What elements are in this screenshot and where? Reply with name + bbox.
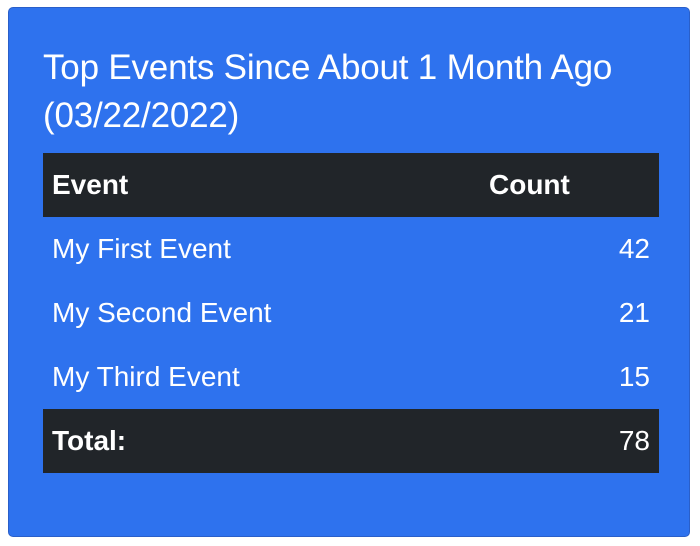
event-name-cell: My Second Event [52,297,272,328]
event-name-cell: My First Event [52,233,231,264]
total-row: Total: 78 [43,409,659,473]
table-header: Event Count [43,153,659,217]
table-row: My First Event 42 [43,217,659,281]
event-count-cell: 21 [618,297,650,328]
event-count-cell: 42 [618,233,650,264]
event-count-cell: 15 [618,361,650,392]
events-table: Event Count My First Event 42 My Second … [43,153,659,473]
event-name-cell: My Third Event [52,361,240,392]
table-body: My First Event 42 My Second Event 21 My … [43,217,659,409]
card-title: Top Events Since About 1 Month Ago (03/2… [43,48,613,135]
header-row: Event Count [43,153,659,217]
table-row: My Second Event 21 [43,281,659,345]
total-count: 78 [618,425,650,456]
event-column-header: Event [52,169,129,200]
count-column-header: Count [489,169,570,200]
top-events-card: Top Events Since About 1 Month Ago (03/2… [8,7,690,537]
table-row: My Third Event 15 [43,345,659,409]
table-footer: Total: 78 [43,409,659,473]
total-label: Total: [52,425,127,456]
